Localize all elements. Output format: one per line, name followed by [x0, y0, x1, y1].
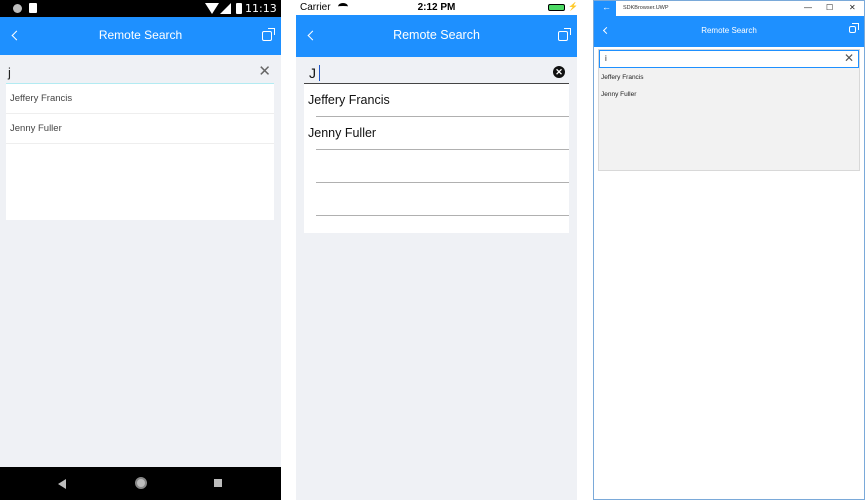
search-input[interactable]: j ✕: [6, 62, 274, 84]
text-cursor: [319, 65, 320, 81]
close-icon[interactable]: ✕: [258, 62, 271, 80]
window-title-bar: ← SDKBrowser.UWP — ☐ ✕: [594, 1, 864, 16]
suggestion-panel: i ✕ Jeffery Francis Jenny Fuller: [598, 49, 860, 171]
battery-icon: [548, 4, 565, 11]
notification-dot-icon: [13, 4, 22, 13]
window-back-button[interactable]: ←: [594, 1, 616, 16]
arrow-left-icon: ←: [602, 2, 611, 12]
ios-screen: Carrier 2:12 PM ⚡ Remote Search J ✕ Jeff…: [296, 0, 577, 500]
search-input-value: i: [605, 54, 607, 63]
suggestion-list: Jeffery Francis Jenny Fuller: [6, 84, 274, 220]
list-item[interactable]: Jenny Fuller: [601, 91, 636, 98]
window-title: SDKBrowser.UWP: [623, 5, 669, 11]
recents-square-icon[interactable]: [214, 479, 222, 487]
empty-list-row: [304, 183, 569, 216]
navigation-bar: Remote Search: [0, 17, 281, 55]
page-title: Remote Search: [393, 28, 480, 42]
close-icon[interactable]: ✕: [553, 66, 565, 78]
cell-signal-icon: [220, 3, 231, 14]
navigation-bar: Remote Search: [594, 16, 864, 47]
empty-list-row: [304, 150, 569, 183]
back-triangle-icon[interactable]: [58, 479, 66, 489]
external-link-icon[interactable]: [558, 28, 571, 41]
page-title: Remote Search: [701, 26, 757, 35]
search-input-value: J: [309, 65, 316, 81]
status-time: 2:12 PM: [417, 2, 456, 13]
search-input[interactable]: i ✕: [599, 50, 859, 68]
list-item[interactable]: Jeffery Francis: [304, 84, 569, 117]
search-input[interactable]: J ✕: [304, 62, 569, 84]
page-title: Remote Search: [98, 28, 183, 42]
battery-icon: [236, 3, 242, 14]
uwp-window: ← SDKBrowser.UWP — ☐ ✕ Remote Search i ✕…: [593, 0, 865, 500]
wifi-icon: [205, 3, 219, 14]
close-icon[interactable]: ✕: [844, 51, 854, 65]
home-circle-icon[interactable]: [135, 477, 147, 489]
status-time: 11:13: [245, 2, 277, 15]
list-item[interactable]: Jeffery Francis: [601, 74, 644, 81]
charging-bolt-icon: ⚡: [568, 2, 577, 11]
android-screen: 11:13 Remote Search j ✕ Jeffery Francis …: [0, 0, 281, 500]
android-navigation-bar: [0, 467, 281, 500]
navigation-bar: Remote Search: [296, 15, 577, 57]
list-item[interactable]: Jenny Fuller: [6, 114, 274, 144]
android-status-bar: 11:13: [0, 0, 281, 17]
suggestion-list: Jeffery Francis Jenny Fuller: [304, 84, 569, 233]
minimize-icon[interactable]: —: [804, 3, 812, 12]
ios-status-bar: Carrier 2:12 PM ⚡: [296, 0, 577, 15]
external-link-icon[interactable]: [262, 28, 275, 41]
list-item[interactable]: Jeffery Francis: [6, 84, 274, 114]
list-item[interactable]: Jenny Fuller: [304, 117, 569, 150]
window-close-icon[interactable]: ✕: [849, 3, 856, 12]
external-link-icon[interactable]: [849, 23, 859, 33]
sd-card-icon: [29, 3, 37, 13]
maximize-icon[interactable]: ☐: [826, 3, 833, 12]
search-input-value: j: [8, 65, 11, 80]
